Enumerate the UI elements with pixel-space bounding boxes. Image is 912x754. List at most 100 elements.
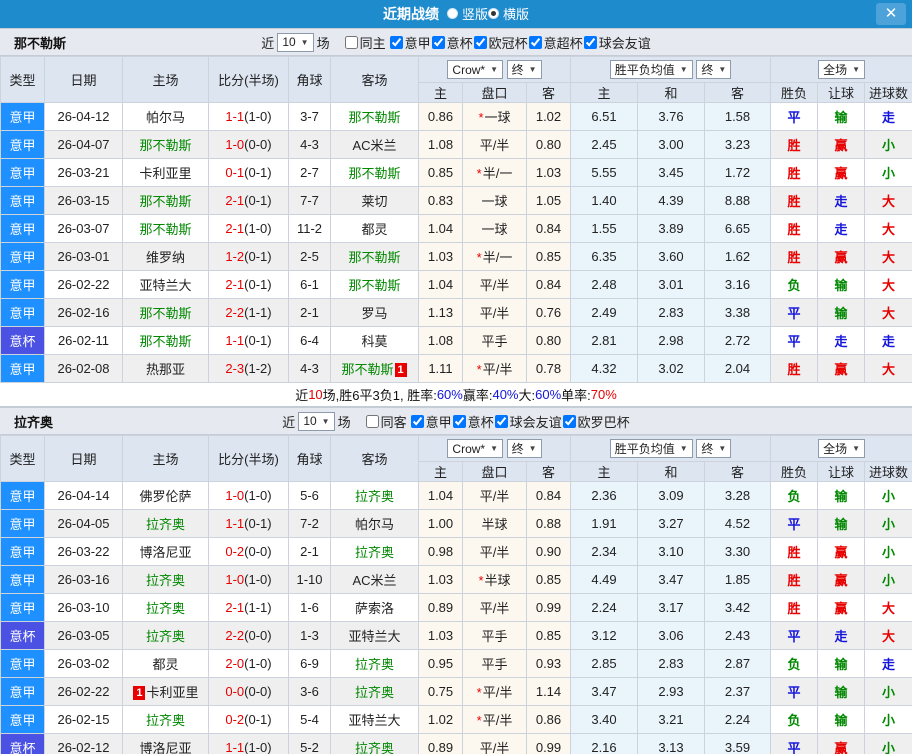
odds-final-select[interactable]: 终 ▼ [506,438,542,458]
avg-home-cell: 2.34 [570,537,638,566]
away-team-name: 拉齐奥 [354,489,394,504]
league-checkbox[interactable] [494,414,508,428]
home-odds-cell: 0.98 [418,537,463,566]
scope-select[interactable]: 全场 ▼ [818,439,865,458]
odds-source-select[interactable]: Crow* ▼ [447,60,504,80]
handicap-label: 平/半 [482,685,513,700]
result-wdl-cell: 平 [770,326,819,355]
league-checkbox[interactable] [473,35,487,49]
league-checkbox[interactable] [431,35,445,49]
match-type-cell: 意甲 [0,270,45,299]
avg-draw-cell: 3.17 [637,593,705,622]
handicap-label: 平手 [481,657,508,672]
avg-away-cell: 3.16 [703,270,772,299]
handicap-label: 一球 [481,222,508,237]
corner-cell: 6-1 [288,270,331,299]
avg-final-select[interactable]: 终 ▼ [696,439,732,458]
layout-radio-option[interactable]: 横版 [488,4,529,23]
col-header-date: 日期 [44,435,123,482]
scope-select[interactable]: 全场 ▼ [818,60,865,79]
fulltime-score: 2-2 [225,628,245,643]
col-header-type: 类型 [0,56,45,103]
avg-home-cell: 3.40 [570,705,638,734]
handicap-star: * [476,685,482,700]
layout-radio-option[interactable]: 竖版 [446,4,488,23]
avg-draw-cell: 3.09 [637,481,705,510]
odds-source-select[interactable]: Crow* ▼ [447,439,504,459]
match-row: 意甲 26-02-08 热那亚 2-3(1-2) 4-3 那不勒斯 1 1.11 *平/半 0.7… [0,354,912,383]
league-filter[interactable]: 欧冠杯 [473,33,528,52]
league-checkbox[interactable] [562,414,576,428]
league-filter[interactable]: 意甲 [410,412,452,431]
avg-home-cell: 6.51 [570,102,638,131]
away-team-cell: 亚特兰大 [330,705,419,734]
match-row: 意甲 26-04-12 帕尔马 1-1(1-0) 3-7 那不勒斯 0.86 *一球 1.02 6… [0,102,912,131]
avg-source-select[interactable]: 胜平负均值 ▼ [609,439,693,458]
fulltime-score: 0-0 [225,684,245,699]
match-row: 意甲 26-02-22 亚特兰大 2-1(0-1) 6-1 那不勒斯 1.04 平/半 0.84… [0,270,912,299]
result-wdl-cell: 胜 [770,130,819,159]
radio-icon[interactable] [446,8,458,19]
match-count-select[interactable]: 10 ▼ [277,32,314,52]
same-venue-checkbox[interactable] [344,35,358,49]
league-filter[interactable]: 意杯 [431,33,473,52]
home-team-name: 卡利亚里 [146,685,199,700]
date-cell: 26-03-05 [44,621,123,650]
home-team-name: 拉齐奥 [145,713,185,728]
away-team-name: 那不勒斯 [348,166,401,181]
date-cell: 26-03-16 [44,565,123,594]
avg-source-select[interactable]: 胜平负均值 ▼ [609,60,693,79]
handicap-star: * [476,362,482,377]
league-checkbox[interactable] [389,35,403,49]
col-header-home: 主场 [122,56,209,103]
avg-source-value: 胜平负均值 [614,442,675,456]
radio-label: 竖版 [461,7,488,22]
col-header-score: 比分(半场) [208,56,289,103]
league-filter[interactable]: 球会友谊 [494,412,562,431]
league-label: 意超杯 [543,35,583,51]
home-team-name: 维罗纳 [145,250,185,265]
sub-column-header: 让球 [817,461,866,482]
date-cell: 26-02-15 [44,705,123,734]
odds-final-select[interactable]: 终 ▼ [506,59,542,79]
summary-part: 10 [308,387,323,402]
avg-final-select[interactable]: 终 ▼ [696,60,732,79]
home-team-cell: 拉齐奥 [122,621,209,650]
league-checkbox[interactable] [528,35,542,49]
same-venue-checkbox[interactable] [365,414,379,428]
away-odds-cell: 0.99 [526,593,571,622]
league-filter[interactable]: 球会友谊 [583,33,651,52]
same-venue-filter[interactable]: 同主 [344,33,386,52]
result-wdl-cell: 负 [770,270,819,299]
league-filter[interactable]: 意甲 [389,33,431,52]
match-row: 意甲 26-03-02 都灵 2-0(1-0) 6-9 拉齐奥 0.95 平手 0.93 2.85… [0,649,912,678]
close-button[interactable]: ✕ [876,3,906,25]
league-checkbox[interactable] [583,35,597,49]
avg-draw-cell: 4.39 [637,186,705,215]
match-type-cell: 意甲 [0,102,45,131]
fulltime-score: 1-1 [225,516,245,531]
handicap-star: * [476,166,482,181]
league-filter[interactable]: 欧罗巴杯 [562,412,630,431]
league-checkbox[interactable] [452,414,466,428]
fulltime-score: 1-0 [225,572,245,587]
same-venue-filter[interactable]: 同客 [365,412,407,431]
league-checkbox[interactable] [410,414,424,428]
result-handicap-cell: 走 [817,326,866,355]
league-filter[interactable]: 意超杯 [528,33,583,52]
titlebar: 近期战绩 竖版 横版 ✕ [0,0,912,28]
corner-cell: 1-3 [288,621,331,650]
avg-away-cell: 2.24 [703,705,772,734]
corner-cell: 6-9 [288,649,331,678]
halftime-score: (1-0) [244,488,272,503]
result-handicap-cell: 赢 [817,537,866,566]
handicap-cell: 平/半 [462,593,527,622]
away-odds-cell: 1.14 [526,677,571,706]
halftime-score: (1-0) [244,656,272,671]
radio-icon[interactable] [488,8,499,19]
match-count-select[interactable]: 10 ▼ [298,411,335,431]
odds-source-value: Crow* [452,441,486,456]
match-row: 意甲 26-02-22 1 卡利亚里 0-0(0-0) 3-6 拉齐奥 0.75 *平/半 1.1… [0,677,912,706]
league-filter[interactable]: 意杯 [452,412,494,431]
match-type-cell: 意甲 [0,481,45,510]
